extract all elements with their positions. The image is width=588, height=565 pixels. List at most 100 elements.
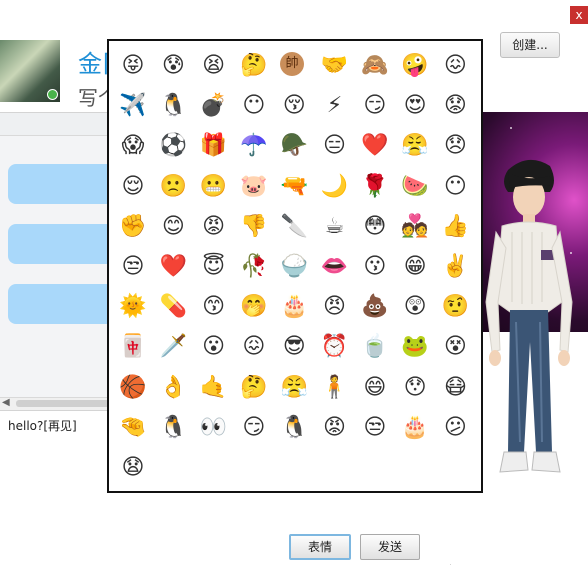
- emoji-item[interactable]: 🧍: [321, 374, 349, 402]
- emoji-item[interactable]: 😍: [401, 92, 429, 120]
- emoji-item[interactable]: 👄: [321, 253, 349, 281]
- close-button[interactable]: x: [570, 6, 588, 24]
- emoji-item[interactable]: 😡: [200, 213, 228, 241]
- emoji-item[interactable]: 😳: [361, 213, 389, 241]
- emoji-item[interactable]: 👌: [159, 374, 187, 402]
- emoji-item[interactable]: 🤙: [200, 374, 228, 402]
- scrollbar-thumb[interactable]: [16, 400, 116, 407]
- emoji-item[interactable]: 😌: [119, 173, 147, 201]
- emoji-item[interactable]: 🌙: [321, 173, 349, 201]
- emoji-item[interactable]: ☕: [321, 213, 349, 241]
- emoji-item[interactable]: 😚: [280, 92, 308, 120]
- emoji-item[interactable]: 🍚: [280, 253, 308, 281]
- emoji-item[interactable]: 😙: [200, 293, 228, 321]
- emoji-item[interactable]: 😎: [280, 333, 308, 361]
- emoji-item[interactable]: 🤪: [401, 52, 429, 80]
- emoji-item[interactable]: 👎: [240, 213, 268, 241]
- emoji-item[interactable]: 😖: [441, 52, 469, 80]
- emoji-item[interactable]: 👍: [441, 213, 469, 241]
- emoji-item[interactable]: 🏀: [119, 374, 147, 402]
- emoji-item[interactable]: 🐸: [401, 333, 429, 361]
- emoji-item[interactable]: ✌️: [441, 253, 469, 281]
- emoji-item[interactable]: 😷: [441, 374, 469, 402]
- emoji-item[interactable]: 😮: [200, 333, 228, 361]
- emoji-item[interactable]: 😱: [119, 132, 147, 160]
- emoji-item[interactable]: 😤: [280, 374, 308, 402]
- emoji-item[interactable]: 🐧: [159, 414, 187, 442]
- emoji-item[interactable]: 😲: [401, 293, 429, 321]
- emoji-item[interactable]: ⏰: [321, 333, 349, 361]
- emoji-item[interactable]: 😰: [159, 52, 187, 80]
- emoji-item[interactable]: 😧: [119, 454, 147, 482]
- emoji-item[interactable]: 😵: [441, 333, 469, 361]
- emoji-item[interactable]: 🪖: [280, 132, 308, 160]
- emoji-item[interactable]: ✈️: [119, 92, 147, 120]
- emoji-item[interactable]: 😊: [159, 213, 187, 241]
- emoji-item[interactable]: 💊: [159, 293, 187, 321]
- emoji-item[interactable]: 😬: [200, 173, 228, 201]
- emoji-item[interactable]: 😫: [200, 52, 228, 80]
- emoji-item[interactable]: ❤️: [159, 253, 187, 281]
- emoji-item[interactable]: 💩: [361, 293, 389, 321]
- emoji-item[interactable]: 🙈: [361, 52, 389, 80]
- scroll-left-icon[interactable]: ◀: [2, 397, 10, 408]
- emoji-item[interactable]: 😒: [119, 253, 147, 281]
- emoji-item[interactable]: 😒: [361, 414, 389, 442]
- emoji-item[interactable]: ☂️: [240, 132, 268, 160]
- emoji-item[interactable]: 😠: [321, 293, 349, 321]
- avatar[interactable]: [0, 40, 60, 102]
- emoji-item[interactable]: 🐷: [240, 173, 268, 201]
- emoji-item[interactable]: 😶: [441, 173, 469, 201]
- emoji-item[interactable]: 🎁: [200, 132, 228, 160]
- emoji-item[interactable]: 🍉: [401, 173, 429, 201]
- emoji-item[interactable]: 😖: [240, 333, 268, 361]
- emoji-item[interactable]: 🤭: [240, 293, 268, 321]
- emoji-item[interactable]: 😝: [119, 52, 147, 80]
- emoji-item[interactable]: 🌞: [119, 293, 147, 321]
- emoji-item[interactable]: 🎂: [280, 293, 308, 321]
- emoji-item[interactable]: 😏: [240, 414, 268, 442]
- emoji-item[interactable]: 帥: [280, 52, 305, 76]
- emoji-item[interactable]: 🤔: [240, 52, 268, 80]
- emoji-item[interactable]: 🔫: [280, 173, 308, 201]
- emoji-item[interactable]: 🔪: [280, 213, 308, 241]
- emoji-item[interactable]: 💣: [200, 92, 228, 120]
- emoji-item[interactable]: 🀄: [119, 333, 147, 361]
- emoji-item[interactable]: 🎂: [401, 414, 429, 442]
- emoji-item[interactable]: 😟: [441, 92, 469, 120]
- emoji-item[interactable]: 🤏: [119, 414, 147, 442]
- emoji-item[interactable]: 😗: [361, 253, 389, 281]
- emoji-item[interactable]: 😏: [361, 92, 389, 120]
- emoji-item[interactable]: 😡: [321, 414, 349, 442]
- emoji-item[interactable]: 🍵: [361, 333, 389, 361]
- emoji-item[interactable]: 😶: [240, 92, 268, 120]
- online-status-icon: [47, 89, 58, 100]
- emoji-item[interactable]: 👀: [200, 414, 228, 442]
- emoji-item[interactable]: 🤨: [441, 293, 469, 321]
- emoji-item[interactable]: 😑: [321, 132, 349, 160]
- emoji-item[interactable]: ⚡: [321, 92, 349, 120]
- emoji-item[interactable]: 😯: [401, 374, 429, 402]
- emoji-item[interactable]: 🙁: [159, 173, 187, 201]
- avatar-show-figure: [485, 159, 573, 473]
- emoji-item[interactable]: 😇: [200, 253, 228, 281]
- emoji-button[interactable]: 表情: [289, 534, 351, 560]
- emoji-item[interactable]: 😕: [441, 414, 469, 442]
- emoji-item[interactable]: 🌹: [361, 173, 389, 201]
- emoji-item[interactable]: ❤️: [361, 132, 389, 160]
- emoji-item[interactable]: ✊: [119, 213, 147, 241]
- emoji-item[interactable]: 😄: [361, 374, 389, 402]
- emoji-item[interactable]: 😞: [441, 132, 469, 160]
- emoji-item[interactable]: 😁: [401, 253, 429, 281]
- emoji-item[interactable]: ⚽: [159, 132, 187, 160]
- emoji-item[interactable]: 🥀: [240, 253, 268, 281]
- send-button[interactable]: 发送: [360, 534, 420, 560]
- emoji-item[interactable]: 🤝: [321, 52, 349, 80]
- emoji-item[interactable]: 🤔: [240, 374, 268, 402]
- emoji-item[interactable]: 🐧: [280, 414, 308, 442]
- emoji-item[interactable]: 🐧: [159, 92, 187, 120]
- emoji-item[interactable]: 😤: [401, 132, 429, 160]
- emoji-item[interactable]: 🗡️: [159, 333, 187, 361]
- create-button[interactable]: 创建...: [500, 32, 560, 58]
- emoji-item[interactable]: 💑: [401, 213, 429, 241]
